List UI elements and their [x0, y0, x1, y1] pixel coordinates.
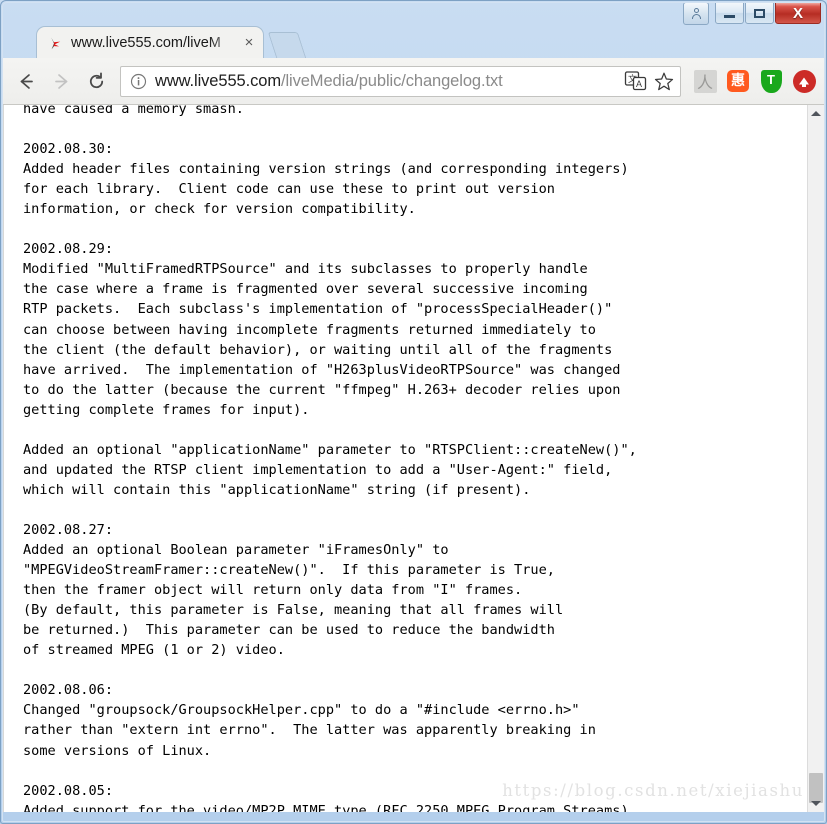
new-tab-button[interactable] [267, 32, 307, 58]
omnibox-actions: 文 A [624, 70, 676, 92]
hui-icon: 惠 [727, 70, 749, 92]
scroll-down-arrow-icon[interactable] [808, 795, 824, 812]
translate-icon[interactable]: 文 A [624, 70, 648, 92]
info-circle-icon[interactable] [130, 73, 147, 90]
close-icon: X [792, 4, 803, 22]
changelog-text: have caused a memory smash. 2002.08.30: … [23, 105, 637, 812]
tab-strip: www.live555.com/liveM × [0, 20, 827, 59]
bookmark-star-icon[interactable] [652, 70, 676, 92]
forward-button[interactable] [44, 63, 79, 99]
upload-arrow-icon [792, 69, 816, 93]
security-shield-extension-button[interactable]: T [757, 67, 785, 95]
svg-text:A: A [636, 79, 642, 89]
vertical-scrollbar[interactable] [807, 105, 824, 812]
uploader-extension-button[interactable] [790, 67, 818, 95]
user-icon [691, 8, 701, 19]
browser-toolbar: www.live555.com/liveMedia/public/changel… [3, 58, 824, 105]
page-viewport: have caused a memory smash. 2002.08.30: … [3, 105, 824, 812]
url-text: www.live555.com/liveMedia/public/changel… [155, 72, 624, 91]
address-bar[interactable]: www.live555.com/liveMedia/public/changel… [120, 65, 681, 97]
tab-live555[interactable]: www.live555.com/liveM × [36, 26, 264, 59]
acrobat-glyph: 人 [696, 75, 713, 92]
maximize-icon [754, 8, 765, 18]
minimize-icon [724, 15, 735, 18]
back-button[interactable] [9, 63, 44, 99]
page-content: have caused a memory smash. 2002.08.30: … [4, 105, 809, 812]
reload-button[interactable] [79, 63, 114, 99]
shield-icon: T [760, 69, 782, 93]
adobe-acrobat-extension-button[interactable]: 人 [691, 67, 719, 95]
hui-extension-button[interactable]: 惠 [724, 67, 752, 95]
url-host: www.live555.com [155, 71, 281, 90]
acrobat-icon: 人 [693, 69, 717, 93]
tab-close-icon[interactable]: × [241, 34, 257, 51]
scroll-up-arrow-icon[interactable] [808, 105, 824, 122]
tab-title: www.live555.com/liveM [71, 35, 221, 51]
live555-favicon-icon [47, 35, 64, 52]
url-path: /liveMedia/public/changelog.txt [280, 71, 503, 90]
browser-window: X www.live555.com/liveM × www.live555.co… [0, 0, 827, 824]
